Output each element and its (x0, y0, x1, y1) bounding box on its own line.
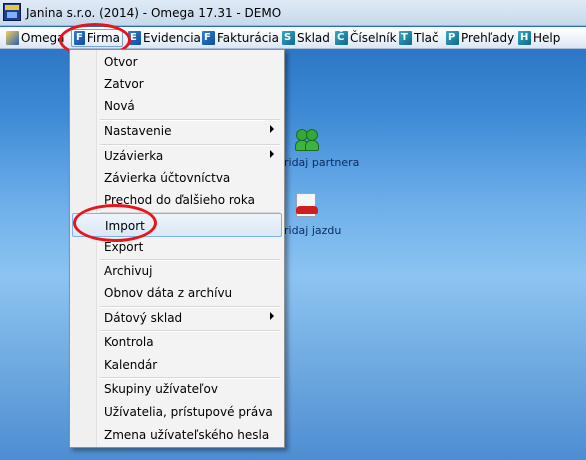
people-icon (294, 128, 320, 154)
window-title: Janina s.r.o. (2014) - Omega 17.31 - DEM… (26, 6, 282, 20)
menu-item-uzivatelia-pristupove-prava[interactable]: Užívatelia, prístupové práva (72, 401, 282, 423)
fakturacia-icon: F (202, 31, 215, 45)
menu-item-prechod-do-dalsieho-roka[interactable]: Prechod do ďalšieho roka (72, 189, 282, 211)
menu-tlac-label: Tlač (414, 31, 439, 45)
menu-evidencia-label: Evidencia (143, 31, 201, 45)
menu-prehlady-label: Prehľady (461, 31, 515, 45)
prehlady-icon: P (446, 31, 459, 45)
menu-omega[interactable]: Omega (6, 29, 65, 47)
menu-prehlady[interactable]: P Prehľady (446, 29, 514, 47)
menu-item-obnov-data[interactable]: Obnov dáta z archívu (72, 282, 282, 304)
shortcut-jazda-label: ridaj jazdu (284, 224, 342, 237)
omega-icon (6, 31, 19, 45)
submenu-arrow-icon (270, 312, 274, 320)
menu-evidencia[interactable]: E Evidencia (128, 29, 201, 47)
menu-omega-label: Omega (21, 31, 65, 45)
help-icon: H (518, 31, 531, 45)
menu-ciselnik-label: Číselník (350, 31, 397, 45)
ciselnik-icon: Č (335, 31, 348, 45)
firma-icon: F (74, 31, 85, 45)
firma-dropdown-menu: Otvor Zatvor Nová Nastavenie Uzávierka Z… (69, 49, 285, 448)
menu-item-zmena-hesla[interactable]: Zmena užívateľského hesla (72, 424, 282, 446)
sklad-icon: S (282, 31, 295, 45)
menu-fakturacia-label: Fakturácia (217, 31, 279, 45)
evidencia-icon: E (128, 31, 141, 45)
menu-sklad-label: Sklad (297, 31, 330, 45)
tlac-icon: T (399, 31, 412, 45)
menu-item-otvor[interactable]: Otvor (72, 51, 282, 73)
menu-fakturacia[interactable]: F Fakturácia (202, 29, 279, 47)
menu-item-archivuj[interactable]: Archivuj (72, 260, 282, 282)
menu-item-kontrola[interactable]: Kontrola (72, 331, 282, 353)
menu-item-zatvor[interactable]: Zatvor (72, 73, 282, 95)
menu-item-export[interactable]: Export (72, 236, 282, 258)
menu-firma[interactable]: F Firma (71, 29, 123, 47)
title-bar: Janina s.r.o. (2014) - Omega 17.31 - DEM… (0, 0, 586, 26)
omega-app-icon[interactable] (3, 3, 21, 21)
menu-ciselnik[interactable]: Č Číselník (335, 29, 397, 47)
menu-help-label: Help (533, 31, 561, 45)
menu-item-nova[interactable]: Nová (72, 95, 282, 117)
menu-item-uzavierka[interactable]: Uzávierka (72, 145, 282, 167)
menu-sklad[interactable]: S Sklad (282, 29, 330, 47)
menu-item-skupiny-uzivatelov[interactable]: Skupiny užívateľov (72, 378, 282, 400)
menu-item-datovy-sklad[interactable]: Dátový sklad (72, 307, 282, 329)
menu-item-zavierka-uctovnictva[interactable]: Závierka účtovníctva (72, 167, 282, 189)
menu-help[interactable]: H Help (518, 29, 560, 47)
submenu-arrow-icon (270, 150, 274, 158)
shortcut-partner-label: ridaj partnera (284, 156, 360, 169)
menu-bar: Omega F Firma E Evidencia F Fakturácia S… (0, 27, 586, 49)
menu-firma-label: Firma (86, 31, 120, 45)
menu-item-import[interactable]: Import (72, 213, 282, 237)
menu-item-kalendar[interactable]: Kalendár (72, 354, 282, 376)
menu-item-nastavenie[interactable]: Nastavenie (72, 120, 282, 142)
menu-tlac[interactable]: T Tlač (399, 29, 439, 47)
submenu-arrow-icon (270, 125, 274, 133)
